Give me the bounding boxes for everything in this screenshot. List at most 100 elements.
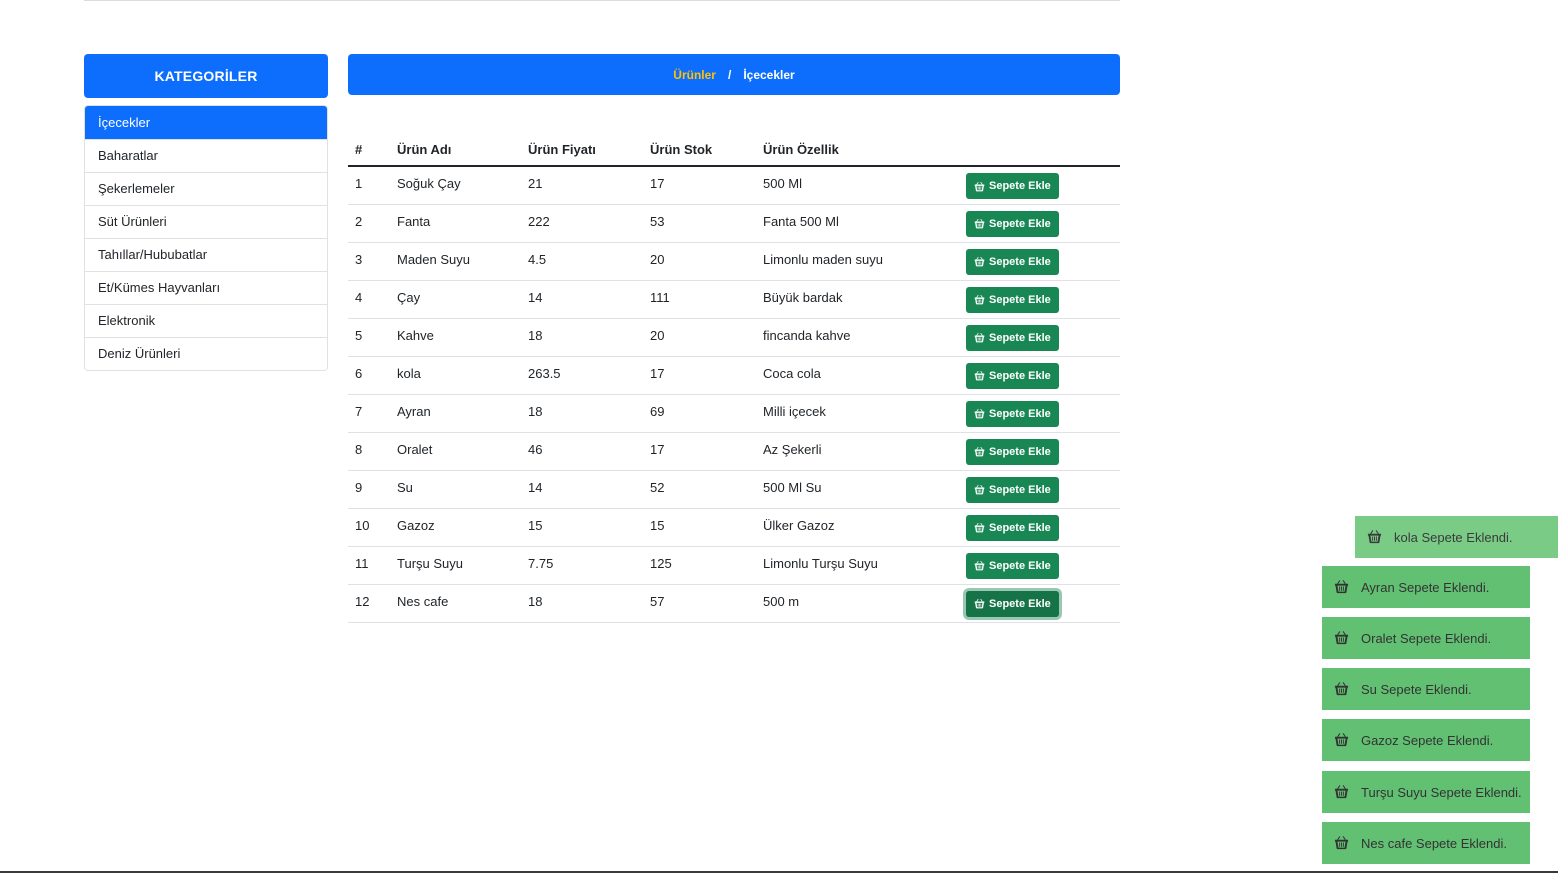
category-item-icecekler[interactable]: İçecekler <box>85 106 327 139</box>
cell-action: Sepete Ekle <box>959 318 1120 357</box>
cell-action: Sepete Ekle <box>959 508 1120 547</box>
cell-name: Nes cafe <box>390 584 521 623</box>
add-to-cart-button[interactable]: Sepete Ekle <box>966 438 1059 465</box>
category-item-baharatlar[interactable]: Baharatlar <box>85 139 327 172</box>
cell-action: Sepete Ekle <box>959 242 1120 281</box>
cell-name: Ayran <box>390 394 521 433</box>
table-row: 10 Gazoz 15 15 Ülker Gazoz Sepete Ekle <box>348 508 1120 547</box>
cell-id: 12 <box>348 584 390 623</box>
category-item-sekerlemeler[interactable]: Şekerlemeler <box>85 172 327 205</box>
cell-name: Turşu Suyu <box>390 546 521 585</box>
cell-stock: 57 <box>643 584 756 623</box>
add-to-cart-button[interactable]: Sepete Ekle <box>966 173 1059 199</box>
breadcrumb-parent-link[interactable]: Ürünler <box>673 68 716 82</box>
basket-icon <box>974 256 985 267</box>
cell-action: Sepete Ekle <box>959 280 1120 319</box>
toast-message: Oralet Sepete Eklendi. <box>1361 630 1492 646</box>
table-row: 12 Nes cafe 18 57 500 m Sepete Ekle <box>348 584 1120 623</box>
toast-notification[interactable]: Gazoz Sepete Eklendi. <box>1322 719 1530 761</box>
cell-price: 263.5 <box>521 356 643 395</box>
table-row: 5 Kahve 18 20 fincanda kahve Sepete Ekle <box>348 318 1120 357</box>
toast-message: Turşu Suyu Sepete Eklendi. <box>1361 784 1522 800</box>
cell-stock: 15 <box>643 508 756 547</box>
add-to-cart-button[interactable]: Sepete Ekle <box>966 552 1059 579</box>
cell-id: 3 <box>348 242 390 281</box>
add-to-cart-button[interactable]: Sepete Ekle <box>966 400 1059 427</box>
basket-icon <box>974 484 985 495</box>
toast-notification[interactable]: kola Sepete Eklendi. <box>1355 516 1558 558</box>
basket-icon <box>974 408 985 419</box>
cell-name: Kahve <box>390 318 521 357</box>
category-header: KATEGORİLER <box>84 54 328 98</box>
add-to-cart-button[interactable]: Sepete Ekle <box>966 476 1059 503</box>
cell-stock: 69 <box>643 394 756 433</box>
breadcrumb-separator: / <box>727 67 732 82</box>
toast-notification[interactable]: Oralet Sepete Eklendi. <box>1322 617 1530 659</box>
header-id: # <box>348 134 390 167</box>
add-to-cart-button[interactable]: Sepete Ekle <box>966 514 1059 541</box>
category-item-tahillar[interactable]: Tahıllar/Hububatlar <box>85 238 327 271</box>
cell-price: 14 <box>521 470 643 509</box>
cell-name: kola <box>390 356 521 395</box>
toast-message: Ayran Sepete Eklendi. <box>1361 579 1490 595</box>
cell-action: Sepete Ekle <box>959 394 1120 433</box>
cell-stock: 125 <box>643 546 756 585</box>
toast-message: Gazoz Sepete Eklendi. <box>1361 732 1494 748</box>
add-to-cart-button[interactable]: Sepete Ekle <box>966 210 1059 237</box>
category-item-deniz-urunleri[interactable]: Deniz Ürünleri <box>85 337 327 370</box>
add-to-cart-label: Sepete Ekle <box>989 180 1051 192</box>
cell-name: Soğuk Çay <box>390 166 521 205</box>
toast-message: Nes cafe Sepete Eklendi. <box>1361 835 1507 851</box>
basket-icon <box>1334 732 1350 748</box>
add-to-cart-button[interactable]: Sepete Ekle <box>966 286 1059 313</box>
cell-stock: 17 <box>643 356 756 395</box>
category-item-et-kumes[interactable]: Et/Kümes Hayvanları <box>85 271 327 304</box>
category-list: İçecekler Baharatlar Şekerlemeler Süt Ür… <box>84 105 328 371</box>
cell-price: 15 <box>521 508 643 547</box>
cell-price: 222 <box>521 204 643 243</box>
cell-id: 5 <box>348 318 390 357</box>
category-item-elektronik[interactable]: Elektronik <box>85 304 327 337</box>
add-to-cart-label: Sepete Ekle <box>989 597 1051 610</box>
table-row: 4 Çay 14 111 Büyük bardak Sepete Ekle <box>348 280 1120 319</box>
table-header-row: # Ürün Adı Ürün Fiyatı Ürün Stok Ürün Öz… <box>348 134 1120 167</box>
cell-name: Çay <box>390 280 521 319</box>
add-to-cart-label: Sepete Ekle <box>989 559 1051 572</box>
add-to-cart-button[interactable]: Sepete Ekle <box>966 590 1059 617</box>
cell-action: Sepete Ekle <box>959 546 1120 585</box>
cell-feature: fincanda kahve <box>756 318 959 357</box>
toast-notification[interactable]: Nes cafe Sepete Eklendi. <box>1322 822 1530 864</box>
add-to-cart-label: Sepete Ekle <box>989 217 1051 230</box>
cell-feature: Fanta 500 Ml <box>756 204 959 243</box>
cell-id: 8 <box>348 432 390 471</box>
add-to-cart-label: Sepete Ekle <box>989 369 1051 382</box>
cell-price: 46 <box>521 432 643 471</box>
basket-icon <box>1334 784 1350 800</box>
category-item-sut-urunleri[interactable]: Süt Ürünleri <box>85 205 327 238</box>
add-to-cart-button[interactable]: Sepete Ekle <box>966 324 1059 351</box>
add-to-cart-label: Sepete Ekle <box>989 407 1051 420</box>
toast-notification[interactable]: Su Sepete Eklendi. <box>1322 668 1530 710</box>
cell-feature: Coca cola <box>756 356 959 395</box>
toast-notification[interactable]: Turşu Suyu Sepete Eklendi. <box>1322 771 1530 813</box>
cell-action: Sepete Ekle <box>959 432 1120 471</box>
cell-name: Fanta <box>390 204 521 243</box>
cell-price: 21 <box>521 166 643 205</box>
breadcrumb: Ürünler / İçecekler <box>348 54 1120 95</box>
cell-price: 14 <box>521 280 643 319</box>
cell-stock: 53 <box>643 204 756 243</box>
table-row: 8 Oralet 46 17 Az Şekerli Sepete Ekle <box>348 432 1120 471</box>
add-to-cart-button[interactable]: Sepete Ekle <box>966 248 1059 275</box>
table-row: 3 Maden Suyu 4.5 20 Limonlu maden suyu Sepete… <box>348 242 1120 281</box>
add-to-cart-button[interactable]: Sepete Ekle <box>966 362 1059 389</box>
basket-icon <box>974 370 985 381</box>
cell-feature: 500 Ml Su <box>756 470 959 509</box>
cell-id: 1 <box>348 166 390 205</box>
header-feature: Ürün Özellik <box>756 134 959 167</box>
cell-name: Su <box>390 470 521 509</box>
cell-action: Sepete Ekle <box>959 204 1120 243</box>
cell-name: Gazoz <box>390 508 521 547</box>
cell-price: 18 <box>521 318 643 357</box>
cell-feature: Büyük bardak <box>756 280 959 319</box>
toast-notification[interactable]: Ayran Sepete Eklendi. <box>1322 566 1530 608</box>
